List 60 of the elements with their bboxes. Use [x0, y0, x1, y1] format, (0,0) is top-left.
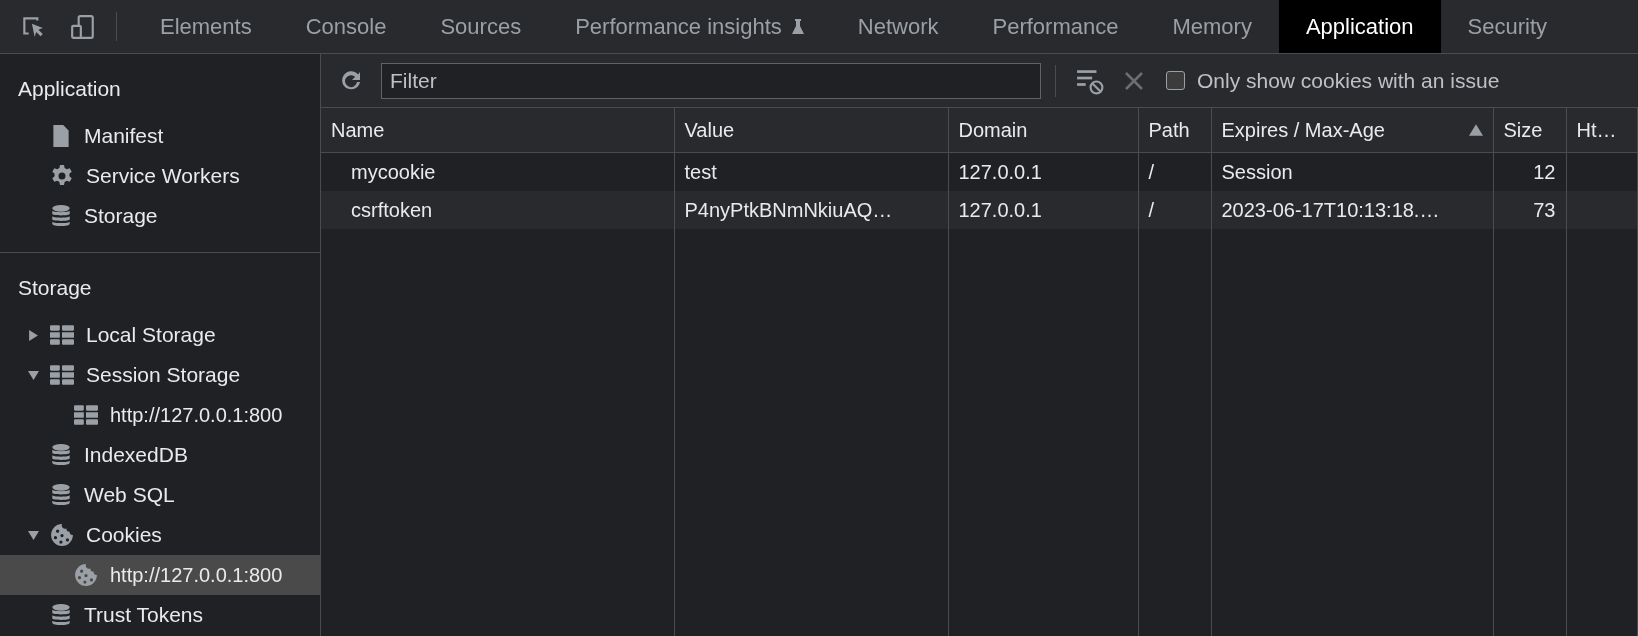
filter-field[interactable]: Filter: [381, 62, 1041, 99]
checkbox-label[interactable]: Only show cookies with an issue: [1197, 68, 1500, 93]
panel-tab[interactable]: Memory: [1145, 0, 1279, 53]
gear-icon: [50, 164, 74, 188]
column-header[interactable]: Expires / Max-Age: [1211, 108, 1493, 153]
sidebar-item[interactable]: Local Storage: [0, 315, 320, 355]
table-grid-icon: [74, 405, 98, 425]
panel-tab[interactable]: Network: [830, 0, 966, 53]
table-grid-icon: [50, 365, 74, 385]
panel-tab[interactable]: Sources: [413, 0, 549, 53]
table-cell: csrftoken: [351, 198, 433, 221]
panel-tab[interactable]: Console: [278, 0, 414, 53]
sidebar-item[interactable]: Service Workers: [0, 156, 320, 196]
sidebar-item[interactable]: Trust Tokens: [0, 595, 320, 635]
cookie-icon: [74, 563, 98, 587]
cookie-icon: [50, 523, 74, 547]
close-icon[interactable]: [1124, 70, 1144, 91]
database-icon: [50, 603, 72, 627]
column-header[interactable]: Domain: [948, 108, 1138, 153]
column-header[interactable]: Name: [321, 108, 674, 153]
database-icon: [50, 443, 72, 467]
panel-tab[interactable]: Security: [1440, 0, 1575, 53]
collapsed-triangle-icon[interactable]: [28, 329, 39, 341]
panel-tab[interactable]: Elements: [133, 0, 279, 53]
panel-tab[interactable]: Performance insights: [548, 0, 831, 53]
device-toolbar-icon[interactable]: [70, 13, 96, 40]
sidebar-item[interactable]: IndexedDB: [0, 435, 320, 475]
table-cell: /: [1148, 198, 1155, 221]
table-cell: 127.0.0.1: [958, 198, 1042, 221]
expanded-triangle-icon[interactable]: [28, 529, 39, 541]
sidebar-item[interactable]: Manifest: [0, 116, 320, 156]
sidebar-section-title: Application: [17, 76, 122, 102]
table-cell: test: [684, 160, 717, 183]
table-cell: P4nyPtkBNmNkiuAQ…: [684, 198, 893, 221]
sidebar-item[interactable]: Web SQL: [0, 475, 320, 515]
column-header[interactable]: Size: [1493, 108, 1566, 153]
sidebar-section-title: Storage: [17, 275, 93, 301]
column-header[interactable]: Path: [1138, 108, 1211, 153]
sidebar-item[interactable]: http://127.0.0.1:800: [0, 395, 320, 435]
sidebar-item[interactable]: Session Storage: [0, 355, 320, 395]
table-cell: 2023-06-17T10:13:18.…: [1221, 198, 1440, 221]
table-cell: mycookie: [351, 160, 436, 183]
sidebar-item[interactable]: Storage: [0, 196, 320, 236]
panel-tab[interactable]: Application: [1278, 0, 1441, 53]
sidebar-item[interactable]: Cookies: [0, 515, 320, 555]
database-icon: [50, 204, 72, 228]
table-cell: /: [1148, 160, 1155, 183]
sidebar-item[interactable]: http://127.0.0.1:800: [0, 555, 320, 595]
table-cell: 73: [1533, 198, 1556, 221]
table-cell: Session: [1221, 160, 1293, 183]
table-cell: 127.0.0.1: [958, 160, 1042, 183]
checkbox[interactable]: [1166, 71, 1185, 90]
table-cell: 12: [1533, 160, 1556, 183]
column-header[interactable]: Value: [674, 108, 948, 153]
panel-tab[interactable]: Performance: [965, 0, 1146, 53]
database-icon: [50, 483, 72, 507]
table-grid-icon: [50, 325, 74, 345]
column-header[interactable]: Ht…: [1566, 108, 1637, 153]
document-icon: [50, 124, 72, 148]
expanded-triangle-icon[interactable]: [28, 369, 39, 381]
